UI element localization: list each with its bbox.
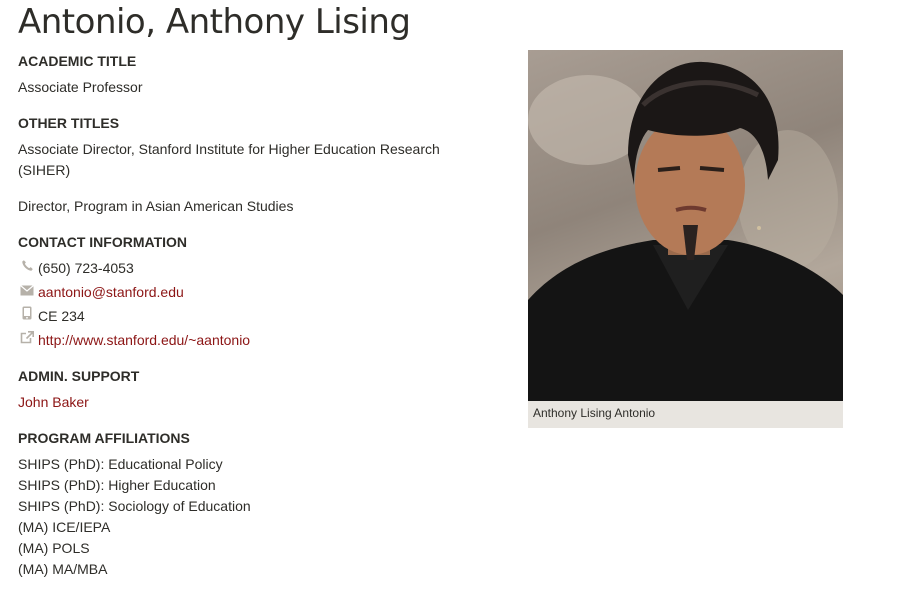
admin-support-heading: ADMIN. SUPPORT xyxy=(18,368,140,384)
website-link[interactable]: http://www.stanford.edu/~aantonio xyxy=(38,332,250,348)
photo-caption: Anthony Lising Antonio xyxy=(528,401,843,428)
envelope-icon xyxy=(20,283,34,297)
phone-icon xyxy=(20,258,34,272)
program-affiliation-item: (MA) POLS xyxy=(18,540,90,556)
program-affiliation-item: SHIPS (PhD): Sociology of Education xyxy=(18,498,251,514)
admin-support-link[interactable]: John Baker xyxy=(18,394,89,410)
program-affiliations-heading: PROGRAM AFFILIATIONS xyxy=(18,430,190,446)
program-affiliation-item: (MA) ICE/IEPA xyxy=(18,519,111,535)
contact-heading: CONTACT INFORMATION xyxy=(18,234,188,250)
other-title-1-line2: (SIHER) xyxy=(18,162,71,178)
page-title: Antonio, Anthony Lising xyxy=(18,2,411,42)
other-titles-heading: OTHER TITLES xyxy=(18,115,120,131)
program-affiliation-item: SHIPS (PhD): Educational Policy xyxy=(18,456,223,472)
external-link-icon xyxy=(20,330,34,344)
email-link[interactable]: aantonio@stanford.edu xyxy=(38,284,184,300)
profile-photo xyxy=(528,50,843,401)
other-title-2: Director, Program in Asian American Stud… xyxy=(18,198,294,214)
office-location: CE 234 xyxy=(38,308,85,324)
other-title-1-line1: Associate Director, Stanford Institute f… xyxy=(18,141,440,157)
program-affiliation-item: (MA) MA/MBA xyxy=(18,561,108,577)
program-affiliation-item: SHIPS (PhD): Higher Education xyxy=(18,477,216,493)
academic-title-heading: ACADEMIC TITLE xyxy=(18,53,137,69)
academic-title-value: Associate Professor xyxy=(18,79,143,95)
phone-number: (650) 723-4053 xyxy=(38,260,134,276)
mobile-icon xyxy=(20,306,34,320)
